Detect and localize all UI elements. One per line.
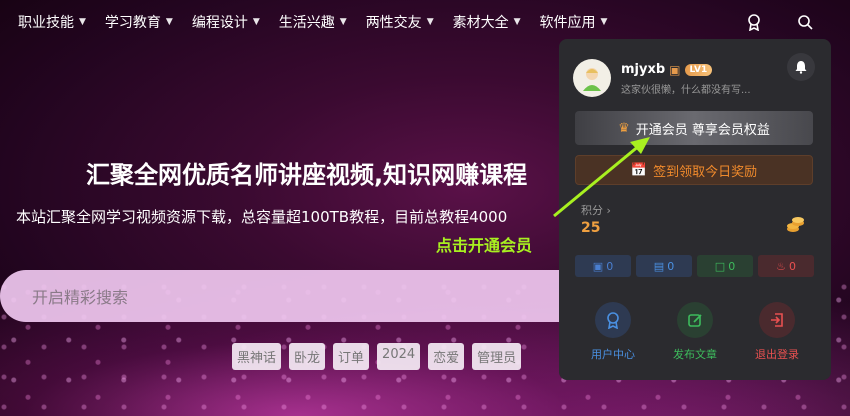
tag-item[interactable]: 卧龙 [289,343,326,370]
nav-item-programming[interactable]: 编程设计 ▼ [192,12,260,32]
tag-item[interactable]: 管理员 [472,343,522,370]
coins-icon [785,215,805,240]
user-dropdown-panel: mjyxb ▣ LV1 这家伙很懒，什么都没有写... ♛ 开通会员 尊享会员权… [559,39,831,380]
search-input[interactable]: 开启精彩搜索 [0,270,600,322]
message-icon: □ [714,259,726,273]
publish-article-button[interactable]: 发布文章 [657,302,733,362]
avatar[interactable] [573,59,611,97]
nav-item-lifestyle[interactable]: 生活兴趣 ▼ [279,12,347,32]
stat-articles[interactable]: ▤ 0 [636,255,692,277]
hero-title: 汇聚全网优质名师讲座视频,知识网赚课程 [86,161,528,189]
top-nav: 职业技能 ▼ 学习教育 ▼ 编程设计 ▼ 生活兴趣 ▼ 两性交友 ▼ 素材大全 ▼ 软件应用… [0,0,850,44]
edit-icon [677,302,713,338]
stat-messages[interactable]: □ 0 [697,255,753,277]
open-vip-button[interactable]: ♛ 开通会员 尊享会员权益 [575,111,813,145]
nav-item-education[interactable]: 学习教育 ▼ [105,12,173,32]
points-link[interactable]: 积分 › [581,202,611,218]
user-badge-icon [595,302,631,338]
stat-comments[interactable]: ▣ 0 [575,255,631,277]
chevron-down-icon: ▼ [165,17,173,27]
hero-subtitle: 本站汇聚全网学习视频资源下载，总容量超100TB教程，目前总教程4000 [16,208,508,226]
checkin-button[interactable]: 📅 签到领取今日奖励 [575,155,813,185]
logout-button[interactable]: 退出登录 [739,302,815,362]
tag-item[interactable]: 订单 [333,343,370,370]
chevron-right-icon: › [606,204,611,217]
nav-item-dating[interactable]: 两性交友 ▼ [366,12,434,32]
vip-box-icon: ▣ [669,62,681,77]
user-center-button[interactable]: 用户中心 [575,302,651,362]
tag-item[interactable]: 2024 [377,343,421,370]
chevron-down-icon: ▼ [252,17,260,27]
annotation-hint: 点击开通会员 [436,236,533,255]
bell-icon[interactable] [787,53,815,81]
tag-item[interactable]: 恋爱 [428,343,465,370]
nav-item-materials[interactable]: 素材大全 ▼ [453,12,521,32]
stat-popularity[interactable]: ♨ 0 [758,255,814,277]
user-bio: 这家伙很懒，什么都没有写... [621,85,751,96]
search-icon[interactable] [795,12,815,32]
chevron-down-icon: ▼ [600,17,608,27]
logout-icon [759,302,795,338]
username: mjyxb ▣ LV1 [621,62,713,77]
document-icon: ▤ [653,259,665,273]
nav-item-career[interactable]: 职业技能 ▼ [18,12,86,32]
calendar-icon: 📅 [630,162,648,178]
fire-icon: ♨ [776,259,786,273]
crown-icon: ♛ [618,120,630,136]
nav-item-software[interactable]: 软件应用 ▼ [540,12,608,32]
points-value: 25 [581,220,601,236]
hot-tags: 黑神话 卧龙 订单 2024 恋爱 管理员 [232,343,522,370]
panel-actions: 用户中心 发布文章 退出登录 [575,302,815,362]
chevron-down-icon: ▼ [426,17,434,27]
search-placeholder: 开启精彩搜索 [32,288,129,307]
level-badge: LV1 [684,63,713,76]
chevron-down-icon: ▼ [79,17,86,27]
tag-item[interactable]: 黑神话 [232,343,282,370]
comment-icon: ▣ [592,259,604,273]
stats-row: ▣ 0 ▤ 0 □ 0 ♨ 0 [575,255,814,277]
chevron-down-icon: ▼ [339,17,347,27]
chevron-down-icon: ▼ [513,17,521,27]
badge-icon[interactable] [744,12,764,32]
